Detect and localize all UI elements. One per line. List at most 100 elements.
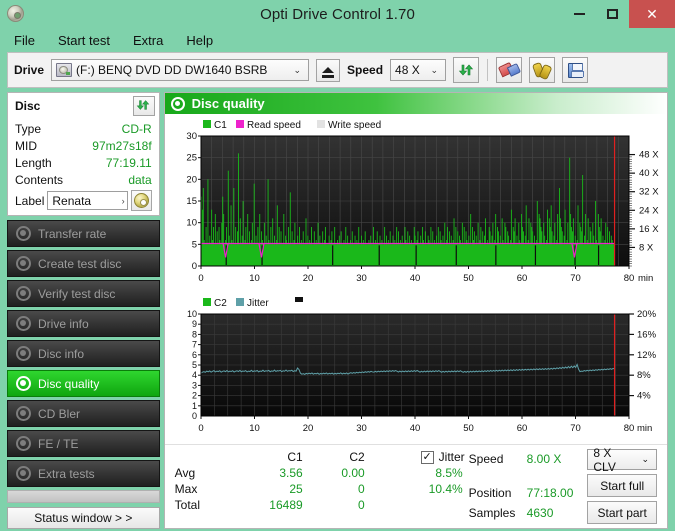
- sidebar-item-transfer-rate[interactable]: Transfer rate: [7, 220, 160, 247]
- disc-row-type: Type CD-R: [15, 120, 152, 137]
- sidebar-item-drive-info[interactable]: Drive info: [7, 310, 160, 337]
- svg-text:15: 15: [186, 196, 197, 207]
- sidebar-item-label: Transfer rate: [38, 226, 107, 241]
- sidebar-item-fe-te[interactable]: FE / TE: [7, 430, 160, 457]
- sidebar-item-verify-test-disc[interactable]: Verify test disc: [7, 280, 160, 307]
- svg-text:8: 8: [192, 329, 197, 339]
- svg-text:min: min: [638, 273, 653, 284]
- svg-text:20: 20: [302, 423, 313, 434]
- disc-contents-label: Contents: [15, 172, 64, 187]
- stats-max-jitter: 10.4%: [428, 482, 463, 496]
- svg-text:30: 30: [186, 131, 197, 142]
- save-button[interactable]: [562, 57, 589, 83]
- start-part-button[interactable]: Start part: [587, 501, 657, 524]
- svg-text:40: 40: [409, 423, 420, 434]
- disc-length-value: 77:19.11: [105, 155, 152, 170]
- stats-total-c2: 0: [357, 498, 365, 512]
- svg-text:2: 2: [192, 391, 197, 401]
- speed-select[interactable]: 48 X ⌄: [390, 59, 447, 81]
- minimize-button[interactable]: [563, 0, 596, 28]
- svg-text:1: 1: [192, 401, 197, 411]
- speed-label: Speed: [347, 63, 384, 77]
- disc-icon: [16, 226, 31, 241]
- svg-text:10: 10: [249, 423, 260, 434]
- svg-text:6: 6: [192, 350, 197, 360]
- stats-row-label: Avg: [174, 466, 196, 480]
- svg-text:48 X: 48 X: [639, 150, 659, 161]
- stats-header-row: C1 C2 ✓ Jitter: [175, 449, 465, 465]
- stats-row-avg: Avg 3.56 0.00 8.5%: [175, 465, 465, 481]
- refresh-icon: [136, 98, 152, 114]
- sidebar: Disc Type CD-R MID 97m27s18f Length 77:1…: [7, 92, 160, 529]
- toolbar-separator: [487, 59, 489, 81]
- close-button[interactable]: ✕: [629, 0, 675, 28]
- test-speed-label: Speed: [468, 452, 504, 466]
- svg-text:60: 60: [516, 423, 527, 434]
- svg-text:Jitter: Jitter: [247, 298, 269, 309]
- disc-label-browse-button[interactable]: [130, 190, 152, 211]
- floppy-icon: [567, 62, 584, 78]
- settings-button[interactable]: [529, 57, 556, 83]
- disc-refresh-button[interactable]: [132, 95, 155, 116]
- statistics-area: C1 C2 ✓ Jitter Avg 3.56 0.00 8.5% Max 25…: [164, 444, 667, 528]
- eject-button[interactable]: [316, 58, 341, 82]
- disc-quality-icon: [170, 96, 185, 111]
- disc-icon: [16, 316, 31, 331]
- svg-text:10: 10: [249, 273, 260, 284]
- svg-text:5: 5: [192, 360, 197, 370]
- sidebar-item-disc-quality[interactable]: Disc quality: [7, 370, 160, 397]
- jitter-chart[interactable]: C2 Jitter1234567891004%8%12%16%20%0 10 20 30…: [165, 294, 668, 444]
- jitter-toggle[interactable]: ✓ Jitter: [365, 450, 465, 464]
- sidebar-item-label: Create test disc: [38, 256, 122, 271]
- toolbar: Drive (F:) BENQ DVD DD DW1640 BSRB ⌄ Spe…: [7, 52, 668, 88]
- svg-text:50: 50: [463, 273, 474, 284]
- disc-contents-value: data: [128, 172, 152, 187]
- wrench-icon: [533, 62, 551, 78]
- drive-select[interactable]: (F:) BENQ DVD DD DW1640 BSRB ⌄: [51, 59, 310, 81]
- disc-row-mid: MID 97m27s18f: [15, 137, 152, 154]
- disc-type-value: CD-R: [121, 121, 152, 136]
- sidebar-item-cd-bler[interactable]: CD Bler: [7, 400, 160, 427]
- svg-text:40: 40: [409, 273, 420, 284]
- write-speed-select[interactable]: 8 X CLV ⌄: [587, 446, 657, 474]
- sidebar-item-label: Verify test disc: [38, 286, 116, 301]
- svg-text:3: 3: [192, 380, 197, 390]
- stats-max-c2: 0: [357, 482, 365, 496]
- status-window-button[interactable]: Status window > >: [7, 507, 160, 529]
- chevron-down-icon: ⌄: [293, 64, 302, 75]
- menu-item-file[interactable]: File: [12, 32, 37, 49]
- refresh-icon: [458, 62, 474, 78]
- disc-label-input[interactable]: Renata ›: [47, 191, 128, 210]
- start-full-button[interactable]: Start full: [587, 474, 657, 497]
- svg-text:7: 7: [192, 340, 197, 350]
- test-speed-value: 8.00 X: [526, 452, 562, 466]
- svg-text:16 X: 16 X: [639, 224, 659, 235]
- svg-text:4: 4: [192, 370, 197, 380]
- svg-text:4%: 4%: [637, 391, 651, 402]
- svg-text:24 X: 24 X: [639, 205, 659, 216]
- c1-chart[interactable]: C1 Read speed Write speed 0 5 10 15 20 25 30 8 X 16…: [165, 114, 668, 294]
- menu-item-help[interactable]: Help: [184, 32, 215, 49]
- svg-text:12%: 12%: [637, 350, 657, 361]
- jitter-checkbox[interactable]: ✓: [420, 450, 434, 464]
- drive-select-value: (F:) BENQ DVD DD DW1640 BSRB: [76, 63, 268, 77]
- sidebar-item-disc-info[interactable]: Disc info: [7, 340, 160, 367]
- svg-text:80: 80: [623, 273, 634, 284]
- test-controls: 8 X CLV ⌄ Start full Start part: [587, 446, 659, 524]
- maximize-button[interactable]: [596, 0, 629, 28]
- svg-text:30: 30: [356, 273, 367, 284]
- test-samples-label: Samples: [468, 506, 516, 520]
- disc-icon: [16, 466, 31, 481]
- drive-label: Drive: [14, 63, 45, 77]
- clear-button[interactable]: [496, 57, 523, 83]
- sidebar-item-create-test-disc[interactable]: Create test disc: [7, 250, 160, 277]
- disc-icon: [16, 256, 31, 271]
- svg-text:0: 0: [198, 423, 203, 434]
- menu-item-extra[interactable]: Extra: [131, 32, 165, 49]
- eraser-icon: [498, 60, 520, 80]
- error-stats-table: C1 C2 ✓ Jitter Avg 3.56 0.00 8.5% Max 25…: [175, 449, 465, 524]
- refresh-button[interactable]: [453, 57, 480, 83]
- sidebar-item-extra-tests[interactable]: Extra tests: [7, 460, 160, 487]
- menu-item-start-test[interactable]: Start test: [56, 32, 112, 49]
- svg-text:60: 60: [516, 273, 527, 284]
